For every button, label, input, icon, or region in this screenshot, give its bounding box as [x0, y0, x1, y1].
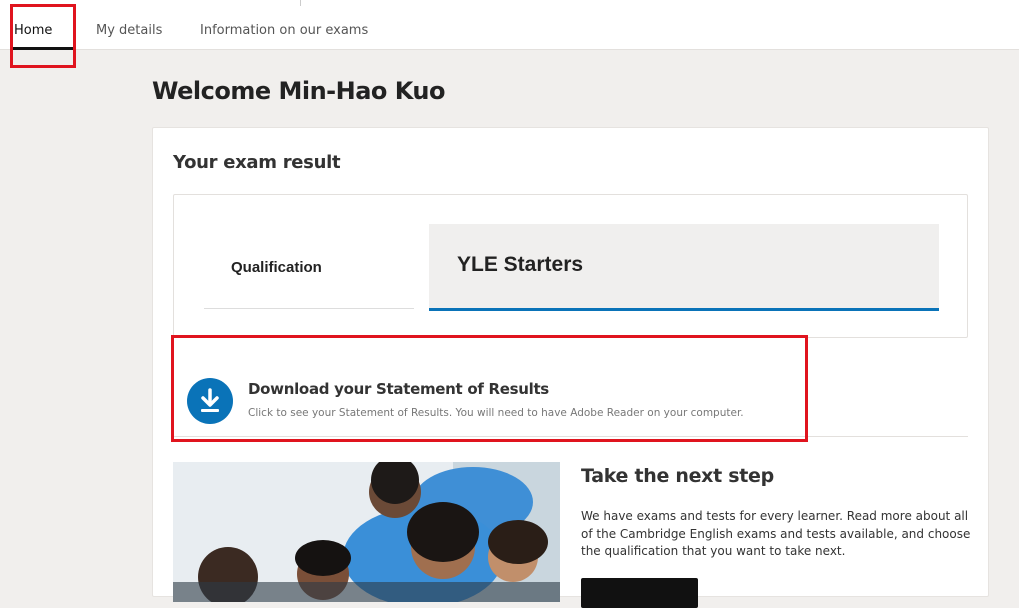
exam-result-title: Your exam result	[173, 152, 341, 173]
nav-divider	[300, 0, 301, 6]
nav-tab-my-details[interactable]: My details	[96, 23, 162, 38]
download-icon[interactable]	[187, 378, 233, 424]
nav-tab-home[interactable]: Home	[14, 23, 52, 38]
active-tab-indicator	[10, 47, 76, 50]
download-description: Click to see your Statement of Results. …	[248, 407, 744, 419]
students-photo	[173, 462, 560, 602]
download-statement-link[interactable]: Download your Statement of Results Click…	[187, 376, 947, 436]
next-step-title: Take the next step	[581, 465, 774, 487]
download-title: Download your Statement of Results	[248, 380, 549, 398]
qualification-label: Qualification	[231, 259, 322, 276]
nav-tab-exam-information[interactable]: Information on our exams	[200, 23, 368, 38]
next-step-description: We have exams and tests for every learne…	[581, 509, 971, 558]
download-arrow-icon	[201, 388, 219, 412]
qualification-divider	[204, 308, 414, 309]
exam-result-card: Your exam result Qualification YLE Start…	[152, 127, 989, 608]
qualification-panel: Qualification YLE Starters	[173, 194, 968, 338]
students-illustration	[173, 462, 560, 602]
qualification-value: YLE Starters	[457, 253, 584, 276]
page-title: Welcome Min-Hao Kuo	[152, 77, 446, 105]
top-navigation: Home My details Information on our exams	[0, 0, 1019, 50]
qualification-value-box: YLE Starters	[429, 224, 939, 311]
section-divider	[173, 436, 968, 437]
